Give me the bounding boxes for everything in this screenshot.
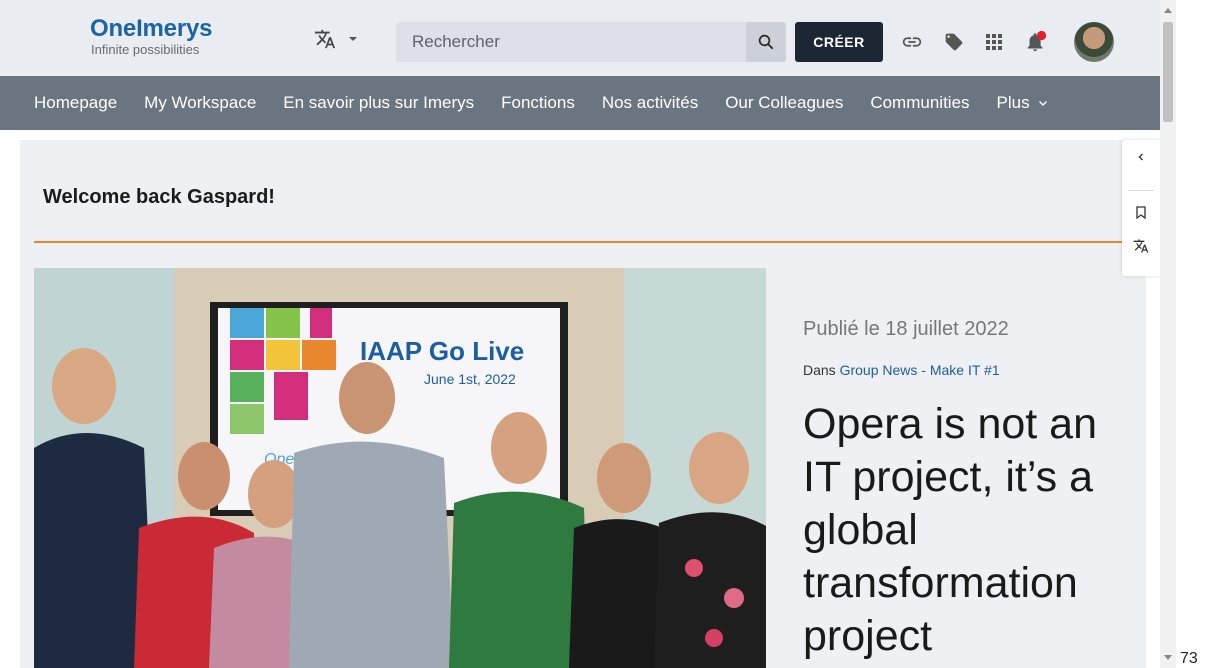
- welcome-message: Welcome back Gaspard!: [43, 186, 275, 208]
- bell-icon[interactable]: [1024, 30, 1048, 54]
- translate-button[interactable]: [1122, 238, 1160, 254]
- nav-item-about-imerys[interactable]: En savoir plus sur Imerys: [283, 93, 474, 113]
- page-number: 73: [1180, 650, 1198, 667]
- logo[interactable]: OneImerys Infinite possibilities: [90, 16, 212, 58]
- nav-item-my-workspace[interactable]: My Workspace: [144, 93, 256, 113]
- nav-item-nos-activites[interactable]: Nos activités: [602, 93, 698, 113]
- nav-item-homepage[interactable]: Homepage: [34, 93, 117, 113]
- tag-icon[interactable]: [942, 30, 966, 54]
- scroll-thumb[interactable]: [1163, 22, 1173, 122]
- avatar[interactable]: [1074, 22, 1114, 62]
- chevron-down-icon: [1038, 101, 1047, 106]
- search-button[interactable]: [746, 22, 786, 62]
- search-bar: [396, 22, 786, 62]
- scroll-up-arrow[interactable]: [1164, 8, 1172, 13]
- top-bar: OneImerys Infinite possibilities CRÉER: [0, 0, 1160, 76]
- chevron-down-icon: [349, 37, 357, 41]
- side-panel: [1122, 140, 1160, 276]
- translate-icon: [314, 29, 336, 49]
- create-button[interactable]: CRÉER: [795, 22, 883, 62]
- category-prefix: Dans: [803, 362, 836, 378]
- notification-badge: [1036, 30, 1047, 41]
- bookmark-button[interactable]: [1122, 206, 1160, 220]
- screen-date: June 1st, 2022: [424, 371, 516, 387]
- translate-icon: [1133, 239, 1149, 253]
- chevron-left-icon: [1138, 153, 1143, 161]
- search-icon: [758, 34, 774, 50]
- nav-item-fonctions[interactable]: Fonctions: [501, 93, 575, 113]
- side-panel-divider: [1128, 190, 1154, 191]
- article-image[interactable]: IAAP Go Live June 1st, 2022 Opera: [34, 268, 766, 668]
- nav-item-our-colleagues[interactable]: Our Colleagues: [725, 93, 843, 113]
- logo-name: OneImerys: [90, 15, 213, 42]
- article-category: Dans Group News - Make IT #1: [803, 362, 1000, 378]
- main-nav: Homepage My Workspace En savoir plus sur…: [0, 76, 1160, 130]
- scrollbar[interactable]: [1160, 0, 1176, 668]
- apps-grid-icon[interactable]: [982, 30, 1006, 54]
- scroll-down-arrow[interactable]: [1164, 655, 1172, 660]
- article-published-date: Publié le 18 juillet 2022: [803, 318, 1009, 340]
- category-link[interactable]: Group News - Make IT #1: [840, 362, 1000, 378]
- divider: [34, 241, 1134, 243]
- bookmark-icon: [1136, 206, 1146, 220]
- search-input[interactable]: [396, 22, 744, 62]
- article-title[interactable]: Opera is not an IT project, it’s a globa…: [803, 398, 1133, 663]
- screen-headline: IAAP Go Live: [360, 336, 524, 366]
- language-selector[interactable]: [314, 28, 358, 50]
- nav-item-plus[interactable]: Plus: [997, 93, 1048, 113]
- logo-tagline: Infinite possibilities: [91, 42, 200, 57]
- nav-item-communities[interactable]: Communities: [870, 93, 969, 113]
- collapse-panel-button[interactable]: [1122, 152, 1160, 162]
- link-icon[interactable]: [900, 30, 924, 54]
